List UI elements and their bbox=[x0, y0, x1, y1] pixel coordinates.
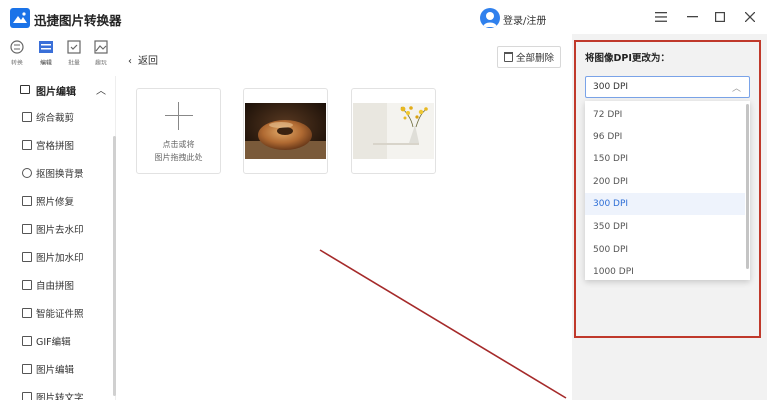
login-link[interactable]: 登录/注册 bbox=[503, 12, 546, 27]
mode-tabs: 转换 编辑 批量 趣玩 bbox=[0, 34, 116, 76]
tab-label: 批量 bbox=[68, 59, 80, 67]
dpi-option[interactable]: 350 DPI bbox=[585, 216, 745, 238]
image-edit-icon bbox=[22, 364, 32, 374]
dpi-option[interactable]: 1000 DPI bbox=[585, 261, 745, 280]
sidebar-item-label: 抠图换背景 bbox=[36, 169, 84, 180]
sidebar-item-cutout-background[interactable]: 抠图换背景 bbox=[22, 164, 114, 184]
batch-icon bbox=[67, 40, 81, 54]
close-icon[interactable] bbox=[741, 8, 759, 26]
sidebar-item-label: 综合裁剪 bbox=[36, 113, 75, 124]
sidebar-item-id-photo[interactable]: 智能证件照 bbox=[22, 304, 114, 324]
dpi-option[interactable]: 200 DPI bbox=[585, 171, 745, 193]
app-logo bbox=[10, 8, 30, 28]
sidebar-item-grid-collage[interactable]: 宫格拼图 bbox=[22, 136, 114, 156]
crop-icon bbox=[22, 112, 32, 122]
user-avatar-icon[interactable] bbox=[480, 8, 500, 28]
sidebar-item-label: 自由拼图 bbox=[36, 281, 75, 292]
dropdown-scrollbar[interactable] bbox=[746, 104, 749, 269]
chevron-up-icon: ︿ bbox=[731, 84, 741, 94]
title-bar: 迅捷图片转换器 登录/注册 bbox=[0, 0, 767, 34]
cutout-icon bbox=[22, 168, 32, 178]
sidebar-item-label: 图片编辑 bbox=[36, 365, 75, 376]
dpi-option-selected[interactable]: 300 DPI bbox=[585, 193, 745, 215]
tab-edit[interactable]: 编辑 bbox=[34, 40, 58, 67]
app-window: 迅捷图片转换器 登录/注册 转换 编辑 批量 趣玩 图片编辑 ︿ 综合裁剪 宫格… bbox=[0, 0, 767, 400]
sidebar-item-label: GIF编辑 bbox=[36, 337, 71, 348]
sidebar-item-image-to-text[interactable]: 图片转文字 bbox=[22, 388, 114, 400]
sidebar-item-free-collage[interactable]: 自由拼图 bbox=[22, 276, 114, 296]
chevron-up-icon: ︿ bbox=[96, 86, 106, 97]
sidebar-item-photo-repair[interactable]: 照片修复 bbox=[22, 192, 114, 212]
sidebar-item-label: 图片转文字 bbox=[36, 393, 84, 400]
trash-icon bbox=[503, 52, 513, 62]
dpi-select-value: 300 DPI bbox=[593, 82, 629, 92]
sidebar-section-title: 图片编辑 bbox=[36, 87, 76, 98]
sidebar-item-label: 图片加水印 bbox=[36, 253, 84, 264]
repair-icon bbox=[22, 196, 32, 206]
sidebar-item-add-watermark[interactable]: 图片加水印 bbox=[22, 248, 114, 268]
delete-all-button[interactable]: 全部删除 bbox=[497, 46, 561, 68]
add-image-dropzone[interactable]: 点击或将 图片拖拽此处 bbox=[136, 88, 221, 174]
delete-all-label: 全部删除 bbox=[515, 53, 554, 64]
id-photo-icon bbox=[22, 308, 32, 318]
menu-icon[interactable] bbox=[652, 8, 670, 26]
dropzone-hint-line2: 图片拖拽此处 bbox=[154, 153, 203, 162]
minimize-icon[interactable] bbox=[683, 8, 701, 26]
convert-icon bbox=[10, 40, 24, 54]
plus-icon bbox=[165, 102, 193, 130]
dropzone-hint-line1: 点击或将 bbox=[162, 140, 195, 149]
tab-label: 编辑 bbox=[40, 59, 52, 67]
dpi-option[interactable]: 72 DPI bbox=[585, 104, 745, 126]
sidebar-item-label: 照片修复 bbox=[36, 197, 75, 208]
image-edit-icon bbox=[20, 85, 30, 94]
fun-icon bbox=[94, 40, 108, 54]
sidebar-item-image-edit[interactable]: 图片编辑 bbox=[22, 360, 114, 380]
sidebar: 图片编辑 ︿ 综合裁剪 宫格拼图 抠图换背景 照片修复 图片去水印 图片加水印 bbox=[0, 76, 116, 400]
sidebar-item-label: 智能证件照 bbox=[36, 309, 84, 320]
gif-icon bbox=[22, 336, 32, 346]
dpi-select[interactable]: 300 DPI ︿ bbox=[585, 76, 750, 98]
tab-convert[interactable]: 转换 bbox=[5, 40, 29, 67]
tab-batch[interactable]: 批量 bbox=[62, 40, 86, 67]
dpi-label: 将图像DPI更改为： bbox=[585, 53, 670, 64]
back-button[interactable]: ‹ 返回 bbox=[128, 52, 158, 67]
dpi-option[interactable]: 150 DPI bbox=[585, 148, 745, 170]
app-title: 迅捷图片转换器 bbox=[34, 13, 122, 28]
sidebar-item-crop[interactable]: 综合裁剪 bbox=[22, 108, 114, 128]
dpi-option[interactable]: 500 DPI bbox=[585, 239, 745, 261]
sidebar-item-label: 图片去水印 bbox=[36, 225, 84, 236]
sidebar-item-remove-watermark[interactable]: 图片去水印 bbox=[22, 220, 114, 240]
maximize-icon[interactable] bbox=[711, 8, 729, 26]
collage-icon bbox=[22, 280, 32, 290]
tab-label: 趣玩 bbox=[95, 59, 107, 67]
dpi-option[interactable]: 96 DPI bbox=[585, 126, 745, 148]
chevron-left-icon: ‹ bbox=[128, 56, 132, 67]
flowers-photo bbox=[353, 103, 434, 159]
image-thumbnail[interactable] bbox=[351, 88, 436, 174]
dpi-dropdown: 72 DPI 96 DPI 150 DPI 200 DPI 300 DPI 35… bbox=[585, 101, 750, 280]
main-content: ‹ 返回 全部删除 点击或将 图片拖拽此处 bbox=[116, 34, 572, 400]
tab-label: 转换 bbox=[11, 59, 23, 67]
sidebar-section-header[interactable]: 图片编辑 ︿ bbox=[14, 80, 114, 100]
tab-fun[interactable]: 趣玩 bbox=[89, 40, 113, 67]
grid-icon bbox=[22, 140, 32, 150]
sidebar-item-label: 宫格拼图 bbox=[36, 141, 75, 152]
edit-icon bbox=[39, 41, 53, 53]
back-label: 返回 bbox=[138, 56, 158, 67]
add-watermark-icon bbox=[22, 252, 32, 262]
donut-photo bbox=[245, 103, 326, 159]
remove-watermark-icon bbox=[22, 224, 32, 234]
image-thumbnail[interactable] bbox=[243, 88, 328, 174]
text-icon bbox=[22, 392, 32, 400]
sidebar-item-gif-edit[interactable]: GIF编辑 bbox=[22, 332, 114, 352]
